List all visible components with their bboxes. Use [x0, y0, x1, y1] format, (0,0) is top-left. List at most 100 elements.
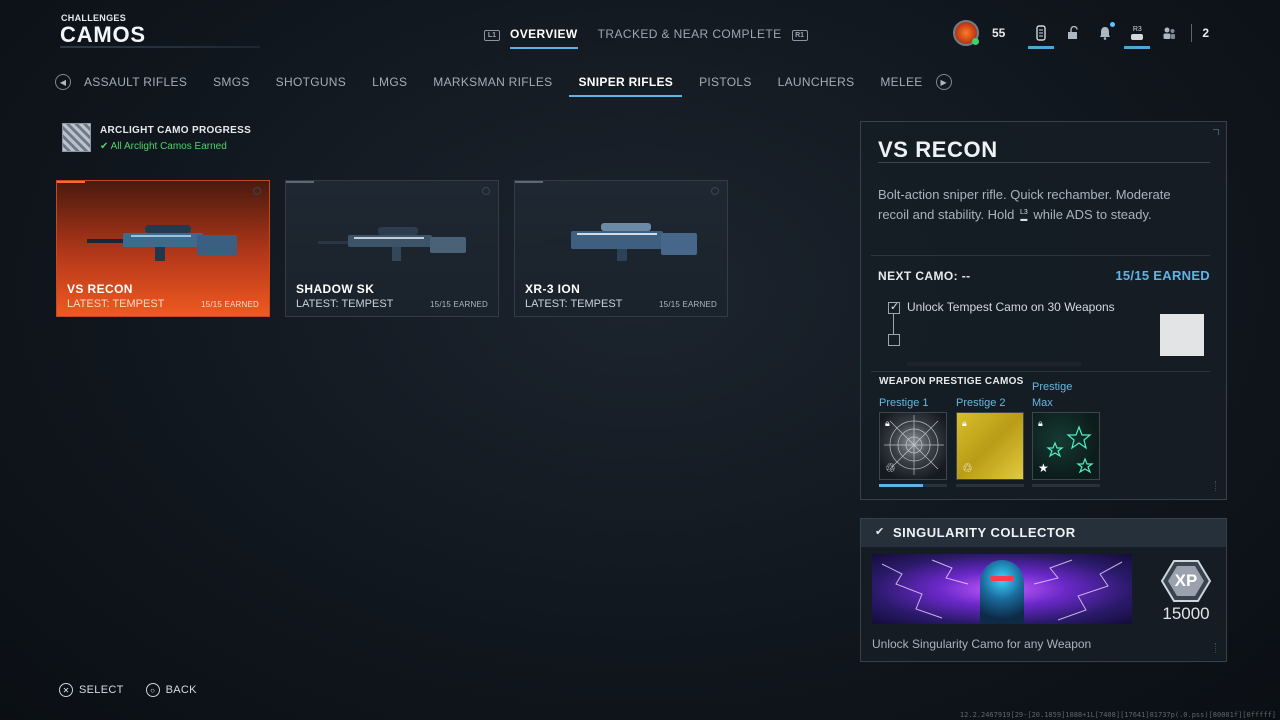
r1-button-icon[interactable]: R1 — [791, 29, 808, 41]
arclight-progress-title: ARCLIGHT CAMO PROGRESS — [100, 125, 252, 136]
weapon-card-shadow-sk[interactable]: SHADOW SK LATEST: TEMPEST 15/15 EARNED — [285, 180, 499, 317]
prestige-camo-tile[interactable]: 🔒︎ ★ — [1032, 412, 1100, 480]
detail-weapon-title: VS RECON — [878, 137, 998, 162]
reward-panel: ✔ SINGULARITY COLLECTOR XP 15000 Unlock … — [860, 518, 1227, 662]
card-corner-icon — [482, 187, 490, 195]
category-prev-icon[interactable]: ◀ — [55, 74, 71, 90]
check-icon: ✔ — [100, 141, 111, 152]
l1-button-icon[interactable]: L1 — [484, 29, 500, 41]
back-prompt[interactable]: BACK — [166, 684, 197, 696]
player-avatar[interactable] — [953, 20, 979, 46]
xp-reward: XP 15000 — [1153, 559, 1219, 624]
notification-dot — [1110, 22, 1116, 27]
lock-icon: 🔒︎ — [1038, 418, 1043, 428]
character-visor — [990, 576, 1014, 581]
tab-launchers[interactable]: LAUNCHERS — [765, 73, 868, 91]
weapon-card-vs-recon[interactable]: VS RECON LATEST: TEMPEST 15/15 EARNED — [56, 180, 270, 317]
cross-button-icon[interactable]: ✕ — [59, 683, 73, 697]
prestige-emblem-icon: ♲ — [962, 461, 973, 475]
unlock-icon[interactable] — [1057, 18, 1089, 48]
arclight-progress-status: ✔ All Arclight Camos Earned — [100, 141, 227, 152]
l3-button-icon: L3 ▬ — [1019, 208, 1028, 223]
challenge-progress-bar — [907, 362, 1081, 366]
prestige-label: Prestige Max — [1032, 381, 1073, 409]
arclight-camo-thumbnail — [62, 123, 91, 152]
divider — [871, 255, 1210, 256]
select-prompt[interactable]: SELECT — [79, 684, 124, 696]
prestige-1-camo[interactable]: Prestige 1 🔒︎ ♲ — [879, 380, 947, 487]
prestige-progress — [1032, 484, 1100, 487]
tab-sniper-rifles[interactable]: SNIPER RIFLES — [565, 73, 686, 97]
tab-melee[interactable]: MELEE — [867, 73, 935, 91]
tab-pistols[interactable]: PISTOLS — [686, 73, 765, 91]
divider — [1191, 24, 1193, 42]
card-top-accent — [515, 181, 543, 183]
camos-earned-count: 15/15 EARNED — [1115, 268, 1210, 283]
prestige-camo-tile[interactable]: 🔒︎ ♲ — [956, 412, 1024, 480]
card-top-accent — [286, 181, 314, 183]
weapon-name: XR-3 ION — [525, 282, 581, 296]
challenge-text: Unlock Tempest Camo on 30 Weapons — [907, 300, 1115, 314]
category-next-icon[interactable]: ▶ — [935, 74, 952, 90]
sniper-rifle-icon — [545, 223, 697, 261]
sniper-rifle-icon — [318, 227, 466, 261]
next-camo-preview — [1160, 314, 1204, 356]
challenge-checkbox-complete — [888, 300, 900, 314]
sniper-rifle-icon — [87, 225, 237, 261]
weapon-latest-camo: LATEST: TEMPEST — [67, 298, 165, 310]
checkbox-connector — [893, 314, 894, 334]
card-top-accent — [57, 181, 85, 183]
r3-social-icon[interactable]: R3 — [1121, 18, 1153, 49]
tab-shotguns[interactable]: SHOTGUNS — [263, 73, 359, 91]
divider — [878, 162, 1210, 163]
top-nav: L1 OVERVIEW TRACKED & NEAR COMPLETE R1 — [484, 25, 808, 49]
challenge-checkbox-empty — [888, 334, 900, 346]
weapon-category-tabs: ◀ ASSAULT RIFLES SMGS SHOTGUNS LMGS MARK… — [55, 73, 952, 97]
tab-lmgs[interactable]: LMGS — [359, 73, 420, 91]
prestige-emblem-icon: ★ — [1038, 461, 1049, 475]
prestige-label: Prestige 1 — [879, 397, 929, 409]
tab-tracked-near-complete[interactable]: TRACKED & NEAR COMPLETE — [588, 25, 792, 45]
weapon-earned: 15/15 EARNED — [201, 300, 259, 309]
weapon-latest-camo: LATEST: TEMPEST — [296, 298, 394, 310]
singularity-calling-card — [872, 554, 1132, 624]
divider — [871, 371, 1210, 372]
prestige-emblem-icon: ♲ — [885, 461, 896, 475]
weapon-name: VS RECON — [67, 282, 133, 296]
weapon-name: SHADOW SK — [296, 282, 375, 296]
prestige-progress — [879, 484, 947, 487]
xp-badge-icon: XP — [1160, 559, 1212, 603]
prestige-2-camo[interactable]: Prestige 2 🔒︎ ♲ — [956, 380, 1024, 487]
circle-button-icon[interactable]: ○ — [145, 683, 160, 697]
tab-smgs[interactable]: SMGS — [200, 73, 263, 91]
reward-header: ✔ SINGULARITY COLLECTOR — [861, 519, 1226, 547]
card-corner-icon — [253, 187, 261, 195]
tab-assault-rifles[interactable]: ASSAULT RIFLES — [71, 73, 200, 91]
weapon-description: Bolt-action sniper rifle. Quick rechambe… — [878, 187, 1171, 223]
weapon-latest-camo: LATEST: TEMPEST — [525, 298, 623, 310]
card-corner-icon — [711, 187, 719, 195]
footer-prompts: ✕ SELECT ○ BACK — [59, 683, 219, 697]
tab-overview[interactable]: OVERVIEW — [500, 25, 588, 49]
player-level: 55 — [992, 26, 1006, 40]
prestige-progress — [956, 484, 1024, 487]
prestige-camo-tile[interactable]: 🔒︎ ♲ — [879, 412, 947, 480]
party-icon[interactable] — [1153, 18, 1185, 48]
battlepass-icon[interactable] — [1025, 18, 1057, 49]
party-count: 2 — [1202, 26, 1210, 40]
prestige-label: Prestige 2 — [956, 397, 1006, 409]
character-figure — [980, 560, 1024, 624]
tab-marksman-rifles[interactable]: MARKSMAN RIFLES — [420, 73, 565, 91]
xp-badge-label: XP — [1174, 571, 1198, 590]
prestige-max-camo[interactable]: Prestige Max 🔒︎ ★ — [1032, 380, 1100, 487]
lock-icon: 🔒︎ — [885, 418, 890, 428]
panel-corner — [1213, 129, 1219, 135]
lock-icon: 🔒︎ — [962, 418, 967, 428]
top-right-bar: 55 R3 2 — [953, 18, 1210, 49]
build-string: 12.2.2467919[29-[20.1859]1088+1L[7408][1… — [959, 711, 1276, 719]
weapon-earned: 15/15 EARNED — [430, 300, 488, 309]
r3-glyph: R3 — [1132, 25, 1142, 33]
page-title: CAMOS — [60, 22, 146, 47]
notifications-bell-icon[interactable] — [1089, 18, 1121, 48]
weapon-card-xr-3-ion[interactable]: XR-3 ION LATEST: TEMPEST 15/15 EARNED — [514, 180, 728, 317]
